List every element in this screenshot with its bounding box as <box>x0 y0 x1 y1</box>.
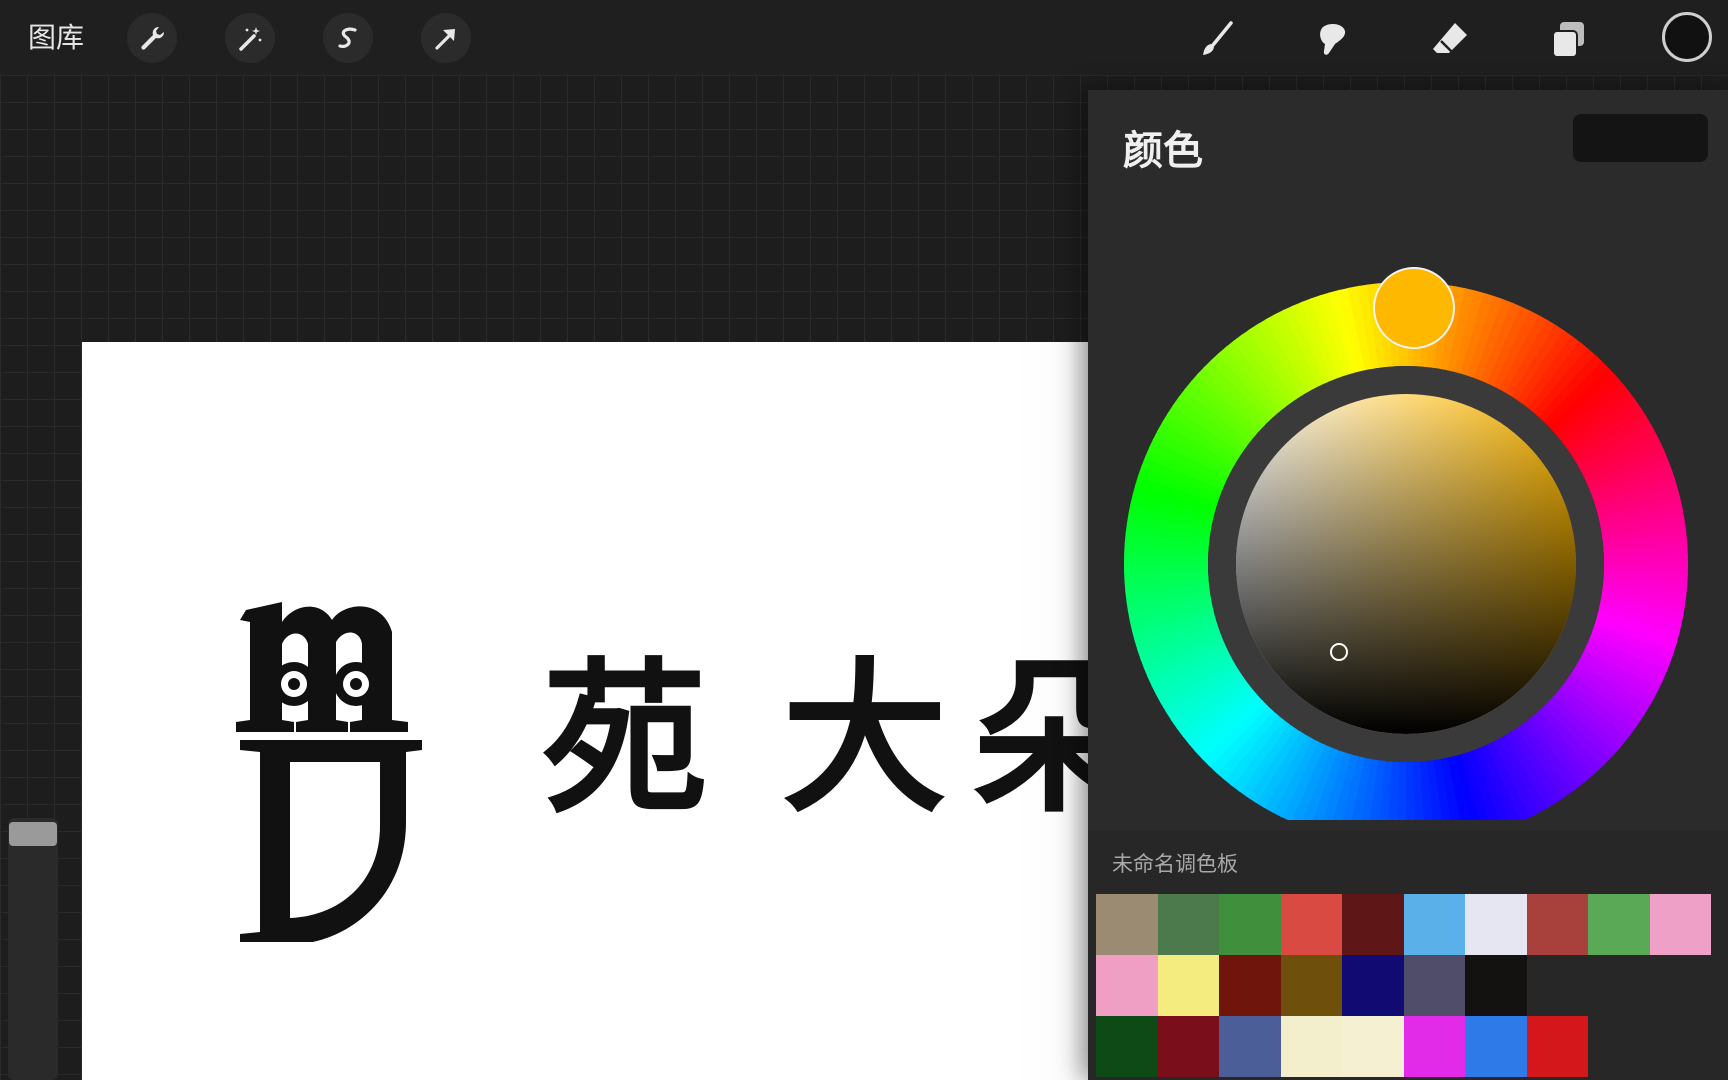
gallery-button[interactable]: 图库 <box>28 18 84 58</box>
palette-swatch[interactable] <box>1096 955 1158 1016</box>
saturation-brightness-disc[interactable] <box>1236 394 1576 734</box>
palette-swatch[interactable] <box>1588 894 1650 955</box>
palette-swatch[interactable] <box>1465 955 1527 1016</box>
hue-marker[interactable] <box>1373 267 1455 349</box>
palette-swatch[interactable] <box>1526 1016 1588 1077</box>
palette-swatch[interactable] <box>1157 1016 1219 1077</box>
transform-button[interactable] <box>421 13 471 63</box>
palette-swatch[interactable] <box>1219 894 1281 955</box>
palette-swatch[interactable] <box>1280 955 1342 1016</box>
palette-row <box>1096 955 1716 1016</box>
color-wheel-area <box>1088 200 1728 846</box>
eraser-button[interactable] <box>1424 14 1476 66</box>
layers-button[interactable] <box>1542 14 1594 66</box>
current-color-swatch[interactable] <box>1573 114 1708 162</box>
wrench-icon <box>141 26 165 50</box>
magic-wand-icon <box>239 27 262 51</box>
adjustments-button[interactable] <box>225 13 275 63</box>
mascot-logo-art <box>236 602 422 942</box>
brush-size-slider[interactable] <box>8 818 58 1080</box>
brush-size-slider-thumb[interactable] <box>9 822 57 846</box>
palette-grid <box>1096 894 1716 1077</box>
palette-section: 未命名调色板 <box>1088 830 1728 1080</box>
palette-swatch[interactable] <box>1096 894 1158 955</box>
top-toolbar: 图库 <box>0 0 1728 75</box>
palette-swatch[interactable] <box>1219 1016 1281 1077</box>
palette-swatch[interactable] <box>1342 1016 1404 1077</box>
selection-button[interactable] <box>323 13 373 63</box>
canvas-char-2: 大 <box>782 643 947 835</box>
palette-swatch[interactable] <box>1157 894 1219 955</box>
palette-swatch[interactable] <box>1219 955 1281 1016</box>
palette-swatch[interactable] <box>1096 1016 1158 1077</box>
palette-swatch[interactable] <box>1280 1016 1342 1077</box>
palette-swatch[interactable] <box>1465 1016 1527 1077</box>
palette-swatch[interactable] <box>1403 894 1465 955</box>
palette-name: 未命名调色板 <box>1112 852 1238 876</box>
layers-icon <box>1552 22 1584 58</box>
palette-swatch[interactable] <box>1157 955 1219 1016</box>
canvas-char-1: 苑 <box>542 643 707 835</box>
brush-icon <box>1203 21 1233 55</box>
palette-swatch[interactable] <box>1403 1016 1465 1077</box>
palette-swatch[interactable] <box>1342 894 1404 955</box>
color-panel-title: 颜色 <box>1123 128 1203 174</box>
palette-swatch[interactable] <box>1526 894 1588 955</box>
palette-row <box>1096 894 1716 955</box>
palette-swatch[interactable] <box>1649 894 1711 955</box>
palette-swatch[interactable] <box>1465 894 1527 955</box>
transform-arrow-icon <box>435 29 455 50</box>
brush-button[interactable] <box>1190 14 1242 66</box>
color-button[interactable] <box>1662 12 1712 62</box>
color-panel: 颜色 未命名调色板 <box>1088 90 1728 1080</box>
smudge-button[interactable] <box>1306 14 1358 66</box>
palette-swatch[interactable] <box>1342 955 1404 1016</box>
actions-button[interactable] <box>127 13 177 63</box>
palette-swatch[interactable] <box>1403 955 1465 1016</box>
palette-swatch[interactable] <box>1280 894 1342 955</box>
palette-row <box>1096 1016 1716 1077</box>
smudge-icon <box>1320 23 1346 55</box>
eraser-icon <box>1433 23 1467 54</box>
selection-icon <box>338 27 357 48</box>
